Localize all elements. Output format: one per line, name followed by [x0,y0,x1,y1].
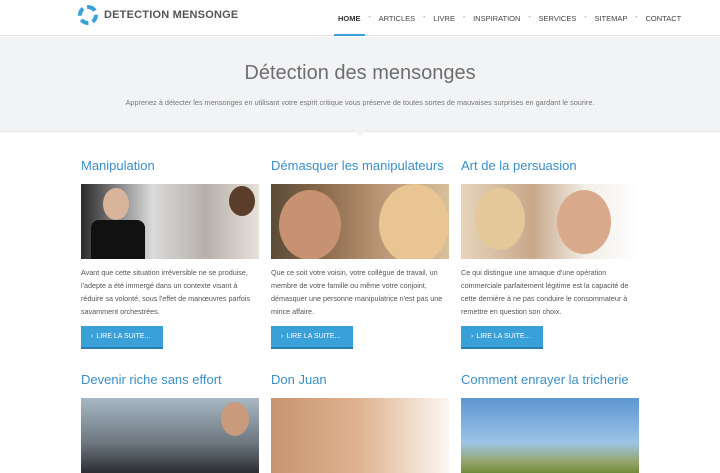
article-card: Manipulation Avant que cette situation i… [81,158,261,349]
article-excerpt: Ce qui distingue une arnaque d'une opéra… [461,268,629,316]
nav-item-home[interactable]: HOME [330,0,369,36]
article-card: Don Juan [271,372,451,473]
nav-item-inspiration[interactable]: INSPIRATION [465,0,528,36]
chevron-right-icon: › [91,333,94,340]
site-logo[interactable]: DETECTION MENSONGE [78,5,238,25]
article-card: Démasquer les manipulateurs Que ce soit … [271,158,451,349]
article-title[interactable]: Don Juan [271,372,451,392]
article-title[interactable]: Démasquer les manipulateurs [271,158,451,178]
article-title[interactable]: Art de la persuasion [461,158,641,178]
site-header: DETECTION MENSONGE HOME • ARTICLES • LIV… [0,0,720,36]
main-nav: HOME • ARTICLES • LIVRE • INSPIRATION • … [330,0,689,36]
hero-title: Détection des mensonges [244,62,476,84]
article-title[interactable]: Manipulation [81,158,261,178]
site-name: DETECTION MENSONGE [104,9,239,21]
article-card: Art de la persuasion Ce qui distingue un… [461,158,641,349]
hero-subtitle: Apprenez à détecter les mensonges en uti… [125,98,595,107]
article-excerpt: Avant que cette situation irréversible n… [81,268,251,316]
article-title[interactable]: Devenir riche sans effort [81,372,261,392]
nav-item-services[interactable]: SERVICES [531,0,585,36]
nav-item-livre[interactable]: LIVRE [425,0,463,36]
article-title[interactable]: Comment enrayer la tricherie [461,372,641,392]
article-card: Devenir riche sans effort [81,372,261,473]
article-image[interactable] [461,184,639,259]
chevron-right-icon: › [281,333,284,340]
nav-item-sitemap[interactable]: SITEMAP [586,0,635,36]
logo-ring-icon [78,5,98,25]
article-image[interactable] [271,398,449,473]
read-more-button[interactable]: › LIRE LA SUITE... [271,326,354,349]
chevron-right-icon: › [471,333,474,340]
nav-item-articles[interactable]: ARTICLES [371,0,424,36]
article-excerpt: Que ce soit votre voisin, votre collègue… [271,268,443,316]
read-more-button[interactable]: › LIRE LA SUITE... [81,326,164,349]
hero-pointer [353,130,367,137]
article-image[interactable] [81,184,259,259]
article-image[interactable] [81,398,259,473]
hero-banner: Détection des mensonges Apprenez à détec… [0,37,720,132]
nav-item-contact[interactable]: CONTACT [638,0,690,36]
article-image[interactable] [271,184,449,259]
read-more-button[interactable]: › LIRE LA SUITE... [461,326,544,349]
article-card: Comment enrayer la tricherie [461,372,641,473]
article-image[interactable] [461,398,639,473]
